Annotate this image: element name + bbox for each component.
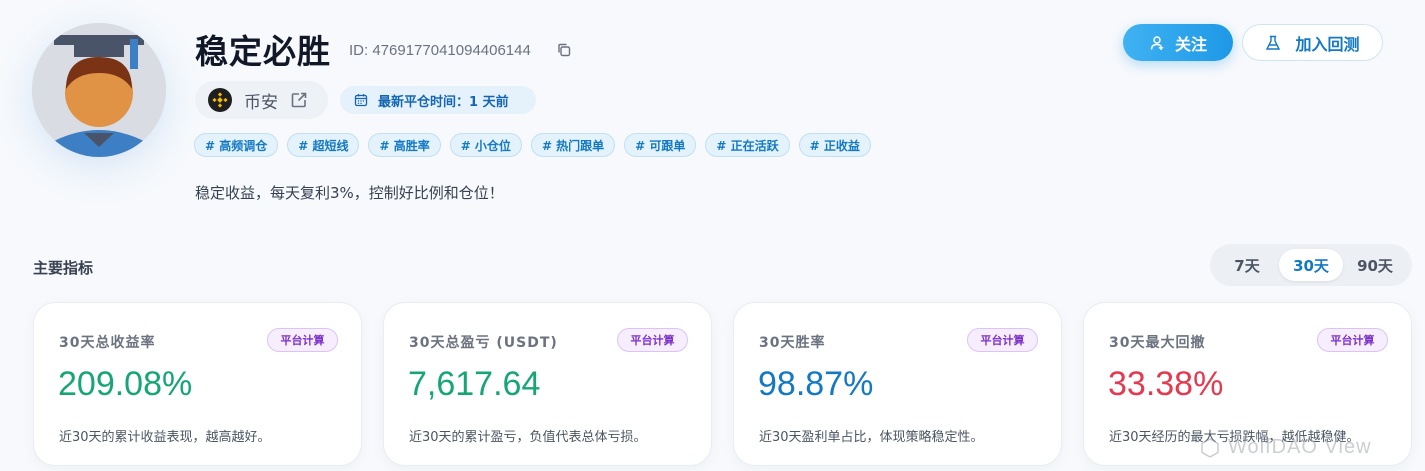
add-to-backtest-button[interactable]: 加入回测: [1242, 24, 1383, 61]
range-selector: 7天 30天 90天: [1210, 244, 1412, 286]
avatar: [32, 23, 166, 157]
wolf-logo-icon: [1201, 437, 1219, 458]
tag-list: # 高频调仓 # 超短线 # 高胜率 # 小仓位 # 热门跟单 # 可跟单 # …: [194, 133, 871, 157]
tag[interactable]: # 超短线: [287, 133, 360, 157]
exchange-name: 币安: [244, 92, 278, 113]
external-link-icon[interactable]: [290, 91, 308, 109]
last-close-time-badge: 最新平仓时间：1 天前: [340, 86, 536, 114]
range-90d[interactable]: 90天: [1343, 249, 1407, 281]
calendar-icon: [354, 94, 368, 107]
metric-note: 近30天的累计盈亏，负值代表总体亏损。: [409, 430, 647, 445]
watermark: WolfDAO View: [1200, 436, 1372, 459]
tag[interactable]: # 正收益: [798, 133, 871, 157]
tag[interactable]: # 热门跟单: [530, 133, 616, 157]
trader-name: 稳定必胜: [195, 32, 331, 71]
range-7d[interactable]: 7天: [1215, 249, 1279, 281]
metric-card-pnl: 30天总盈亏 (USDT) 平台计算 7,617.64 近30天的累计盈亏，负值…: [383, 302, 712, 466]
metric-label: 30天最大回撤: [1109, 335, 1206, 351]
tag[interactable]: # 可跟单: [624, 133, 697, 157]
flask-icon: [1266, 35, 1281, 50]
tag[interactable]: # 小仓位: [449, 133, 522, 157]
platform-calc-badge: 平台计算: [1317, 328, 1388, 352]
trader-description: 稳定收益，每天复利3%，控制好比例和仓位！: [195, 184, 504, 202]
metric-label: 30天胜率: [759, 335, 826, 351]
last-close-time-text: 最新平仓时间：1 天前: [378, 94, 509, 110]
range-30d[interactable]: 30天: [1279, 249, 1343, 281]
metric-card-winrate: 30天胜率 平台计算 98.87% 近30天盈利单占比，体现策略稳定性。: [733, 302, 1062, 466]
platform-calc-badge: 平台计算: [617, 328, 688, 352]
metric-label: 30天总盈亏 (USDT): [409, 335, 558, 351]
tag[interactable]: # 高频调仓: [194, 133, 279, 157]
trader-id: ID: 4769177041094406144: [349, 42, 531, 59]
watermark-text: WolfDAO View: [1228, 436, 1372, 458]
metric-value: 98.87%: [758, 365, 874, 403]
platform-calc-badge: 平台计算: [967, 328, 1038, 352]
tag[interactable]: # 正在活跃: [705, 133, 790, 157]
metric-label: 30天总收益率: [59, 335, 156, 351]
follow-label: 关注: [1174, 34, 1207, 54]
metric-card-return: 30天总收益率 平台计算 209.08% 近30天的累计收益表现，越高越好。: [33, 302, 362, 466]
binance-logo-icon: [208, 88, 232, 112]
backtest-label: 加入回测: [1295, 34, 1360, 54]
follow-button[interactable]: 关注: [1123, 24, 1233, 61]
copy-icon[interactable]: [557, 43, 571, 57]
metric-value: 33.38%: [1108, 365, 1224, 403]
metric-note: 近30天的累计收益表现，越高越好。: [59, 430, 271, 445]
user-icon: [1150, 35, 1164, 50]
platform-calc-badge: 平台计算: [267, 328, 338, 352]
exchange-pill[interactable]: 币安: [195, 81, 328, 119]
tag[interactable]: # 高胜率: [368, 133, 441, 157]
metric-value: 209.08%: [58, 365, 193, 403]
metric-note: 近30天盈利单占比，体现策略稳定性。: [759, 430, 984, 445]
section-title: 主要指标: [33, 259, 94, 277]
metric-value: 7,617.64: [408, 365, 541, 403]
